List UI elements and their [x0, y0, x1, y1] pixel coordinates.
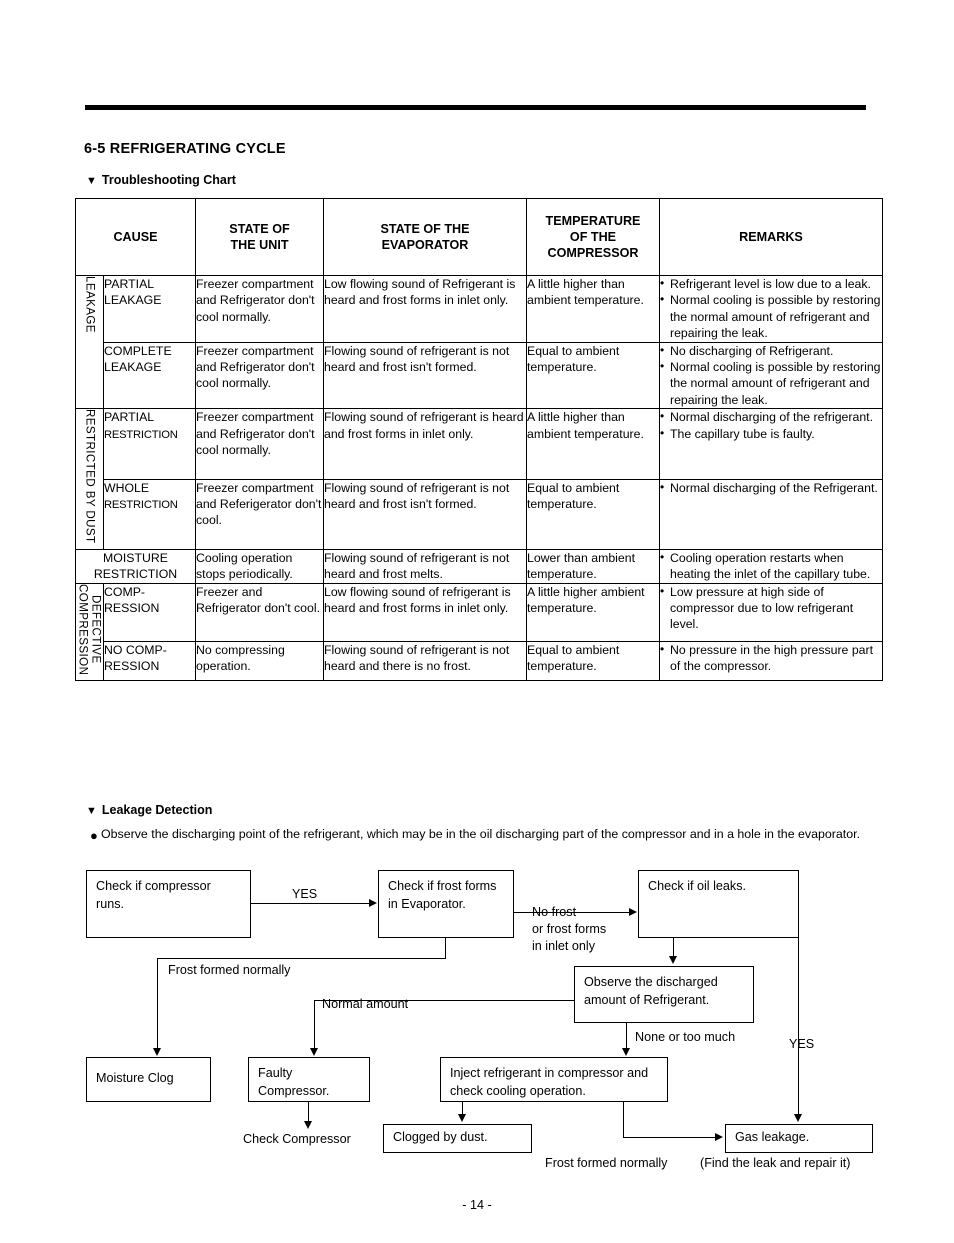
flow-box-gas-leakage: Gas leakage. — [725, 1124, 873, 1153]
flow-connector — [157, 958, 159, 1050]
flow-box-inject-refrigerant: Inject refrigerant in compressor and che… — [440, 1057, 668, 1102]
flow-label-find-the-leak: (Find the leak and repair it) — [700, 1156, 851, 1170]
flow-arrowhead — [715, 1133, 723, 1141]
flow-arrowhead — [369, 899, 377, 907]
flow-connector — [251, 903, 371, 905]
flow-connector — [623, 1102, 625, 1138]
flow-box-moisture-clog: Moisture Clog — [86, 1057, 211, 1102]
flow-box-check-if-oil-leaks: Check if oil leaks. — [638, 870, 799, 938]
flow-connector — [626, 1023, 628, 1050]
flow-connector — [308, 1102, 310, 1123]
flow-arrowhead — [153, 1048, 161, 1056]
flow-label-yes-1: YES — [292, 887, 318, 901]
flow-arrowhead — [794, 1114, 802, 1122]
flow-arrowhead — [622, 1048, 630, 1056]
flow-connector — [623, 1137, 717, 1139]
flow-label-no-frost-line-1: No frost — [532, 905, 577, 919]
flow-label-yes-2: YES — [789, 1037, 815, 1051]
flow-label-no-frost-line-3: in inlet only — [532, 939, 596, 953]
flow-arrowhead — [458, 1114, 466, 1122]
flow-box-check-if-frost-forms: Check if frost forms in Evaporator. — [378, 870, 514, 938]
flow-box-check-if-compressor-runs: Check if compressor runs. — [86, 870, 251, 938]
flow-box-clogged-by-dust: Clogged by dust. — [383, 1124, 532, 1153]
flow-label-check-compressor: Check Compressor — [243, 1132, 351, 1146]
flow-label-frost-formed-normally-1: Frost formed normally — [168, 963, 291, 977]
flow-connector — [673, 938, 675, 958]
leakage-detection-flowchart: Check if compressor runs. Check if frost… — [0, 0, 954, 1243]
flow-connector — [314, 1000, 316, 1050]
flow-box-observe-discharged-amount: Observe the discharged amount of Refrige… — [574, 966, 754, 1023]
flow-arrowhead — [310, 1048, 318, 1056]
flow-label-normal-amount: Normal amount — [322, 997, 409, 1011]
flow-arrowhead — [629, 908, 637, 916]
flow-connector — [445, 938, 447, 959]
flow-label-no-frost-line-2: or frost forms — [532, 922, 607, 936]
flow-box-faulty-compressor: Faulty Compressor. — [248, 1057, 370, 1102]
flow-connector — [157, 958, 446, 960]
flow-connector — [798, 938, 800, 1116]
flow-arrowhead — [669, 956, 677, 964]
document-page: 6-5 REFRIGERATING CYCLE ▼ Troubleshooting… — [0, 0, 954, 1243]
flow-label-frost-formed-normally-2: Frost formed normally — [545, 1156, 668, 1170]
flow-arrowhead — [304, 1121, 312, 1129]
page-number: - 14 - — [462, 1198, 492, 1212]
flow-label-none-or-too-much: None or too much — [635, 1030, 736, 1044]
